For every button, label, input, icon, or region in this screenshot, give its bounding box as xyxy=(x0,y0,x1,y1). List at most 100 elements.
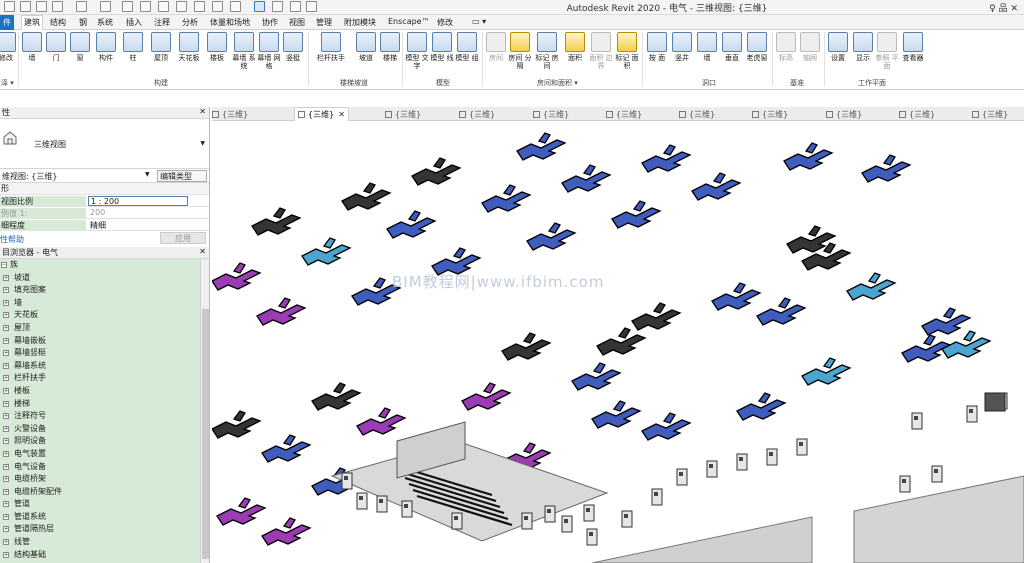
tree-item[interactable]: + 幕墙竖梃 xyxy=(0,347,209,360)
cabinet-panel[interactable] xyxy=(359,496,363,500)
curtain-system-button[interactable]: 幕墙 系统 xyxy=(230,32,258,70)
tree-item[interactable]: + 电缆桥架 xyxy=(0,473,209,486)
light-fixture[interactable] xyxy=(212,410,262,439)
light-fixture[interactable] xyxy=(783,142,834,171)
tree-item[interactable]: + 天花板 xyxy=(0,309,209,322)
model-line-button[interactable]: 模型 线 xyxy=(428,32,456,62)
cabinet-panel[interactable] xyxy=(914,416,918,420)
light-fixture[interactable] xyxy=(386,210,437,239)
collapse-icon[interactable]: − xyxy=(1,262,7,268)
view-scale-field[interactable]: 1 : 200 xyxy=(88,196,188,206)
tree-item[interactable]: + 楼梯 xyxy=(0,398,209,411)
light-fixture[interactable] xyxy=(526,222,577,251)
electrical-cabinet[interactable] xyxy=(561,515,573,533)
light-fixture[interactable] xyxy=(212,262,262,291)
light-fixture[interactable] xyxy=(481,184,532,213)
tree-item[interactable]: + 线管 xyxy=(0,536,209,549)
cabinet-panel[interactable] xyxy=(547,509,551,513)
view-tab[interactable]: {三维} xyxy=(899,109,935,120)
expand-icon[interactable]: + xyxy=(3,337,9,344)
properties-help-link[interactable]: 性帮助 xyxy=(0,234,24,245)
light-fixture[interactable] xyxy=(516,132,567,161)
electrical-cabinet[interactable] xyxy=(796,438,808,456)
cabinet-panel[interactable] xyxy=(799,442,803,446)
electrical-cabinet[interactable] xyxy=(621,510,633,528)
area-boundary-button[interactable]: 面积 边界 xyxy=(587,32,615,70)
expand-icon[interactable]: + xyxy=(3,551,9,558)
electrical-cabinet[interactable] xyxy=(931,465,943,483)
electrical-cabinet[interactable] xyxy=(586,528,598,546)
tree-item[interactable]: + 填充图案 xyxy=(0,284,209,297)
type-selector[interactable]: 三维视图 ▼ xyxy=(0,119,209,169)
expand-icon[interactable]: + xyxy=(3,488,9,495)
electrical-cabinet[interactable] xyxy=(651,488,663,506)
browser-scrollbar[interactable] xyxy=(200,259,209,563)
close-tab-icon[interactable]: ✕ xyxy=(338,110,345,119)
column-button[interactable]: 柱 xyxy=(119,32,147,62)
tab-annotate[interactable]: 注释 xyxy=(154,17,170,28)
cabinet-panel[interactable] xyxy=(564,519,568,523)
light-fixture[interactable] xyxy=(631,302,682,331)
cabinet-panel[interactable] xyxy=(589,532,593,536)
light-fixture[interactable] xyxy=(711,282,762,311)
expand-icon[interactable]: + xyxy=(3,274,9,281)
modify-button[interactable]: 修改 xyxy=(0,32,20,62)
expand-icon[interactable]: + xyxy=(3,425,9,432)
electrical-cabinet[interactable] xyxy=(966,405,978,423)
electrical-cabinet[interactable] xyxy=(544,505,556,523)
tag-room-button[interactable]: 标记 房间 xyxy=(533,32,561,70)
electrical-cabinet[interactable] xyxy=(376,495,388,513)
view-tab[interactable]: {三维} ✕ xyxy=(294,107,349,121)
detail-level-field[interactable]: 精细 xyxy=(88,220,188,230)
tab-insert[interactable]: 插入 xyxy=(126,17,142,28)
expand-icon[interactable]: + xyxy=(3,287,9,294)
tab-systems[interactable]: 系统 xyxy=(97,17,113,28)
tree-item[interactable]: + 火警设备 xyxy=(0,423,209,436)
shaft-button[interactable]: 竖井 xyxy=(668,32,696,62)
light-fixture[interactable] xyxy=(216,497,267,526)
light-fixture[interactable] xyxy=(591,400,642,429)
expand-icon[interactable]: + xyxy=(3,450,9,457)
window-button[interactable]: 窗 xyxy=(66,32,94,62)
electrical-cabinet[interactable] xyxy=(401,500,413,518)
light-fixture[interactable] xyxy=(301,237,352,266)
dormer-button[interactable]: 老虎窗 xyxy=(743,32,771,62)
tree-item[interactable]: + 注释符号 xyxy=(0,410,209,423)
light-fixture[interactable] xyxy=(691,172,742,201)
property-row-view-scale[interactable]: 视图比例 1 : 200 xyxy=(0,195,209,207)
light-fixture[interactable] xyxy=(501,332,552,361)
cabinet-panel[interactable] xyxy=(902,479,906,483)
electrical-cabinet[interactable] xyxy=(736,453,748,471)
group-select[interactable]: 泽 ▾ xyxy=(1,78,14,88)
tab-architecture[interactable]: 建筑 xyxy=(21,15,43,30)
view-tab[interactable]: {三维} xyxy=(826,109,862,120)
apply-button[interactable]: 应用 xyxy=(160,232,206,244)
light-fixture[interactable] xyxy=(341,182,392,211)
light-fixture[interactable] xyxy=(561,164,612,193)
tree-item[interactable]: + 电缆桥架配件 xyxy=(0,486,209,499)
vertical-opening-button[interactable]: 垂直 xyxy=(718,32,746,62)
cabinet-panel[interactable] xyxy=(624,514,628,518)
expand-icon[interactable]: + xyxy=(3,350,9,357)
cabinet-panel[interactable] xyxy=(454,516,458,520)
roof-button[interactable]: 屋顶 xyxy=(147,32,175,62)
tree-item[interactable]: + 坡道 xyxy=(0,272,209,285)
cabinet-panel[interactable] xyxy=(344,476,348,480)
tree-root-families[interactable]: − 族 xyxy=(0,259,209,272)
expand-icon[interactable]: + xyxy=(3,299,9,306)
electrical-cabinet[interactable] xyxy=(676,468,688,486)
model-group-button[interactable]: 模型 组 xyxy=(453,32,481,62)
expand-icon[interactable]: + xyxy=(3,501,9,508)
tree-item[interactable]: + 管道系统 xyxy=(0,511,209,524)
component-button[interactable]: 构件 xyxy=(92,32,120,62)
light-fixture[interactable] xyxy=(251,207,302,236)
electrical-cabinet[interactable] xyxy=(911,412,923,430)
light-fixture[interactable] xyxy=(641,144,692,173)
tree-item[interactable]: + 管道 xyxy=(0,498,209,511)
by-face-button[interactable]: 按 面 xyxy=(643,32,671,62)
properties-section-header[interactable]: 形 xyxy=(0,183,209,195)
view-tab[interactable]: {三维} xyxy=(752,109,788,120)
tree-item[interactable]: + 电气设备 xyxy=(0,461,209,474)
ref-plane-button[interactable]: 参照 平面 xyxy=(873,32,901,70)
electrical-cabinet[interactable] xyxy=(706,460,718,478)
